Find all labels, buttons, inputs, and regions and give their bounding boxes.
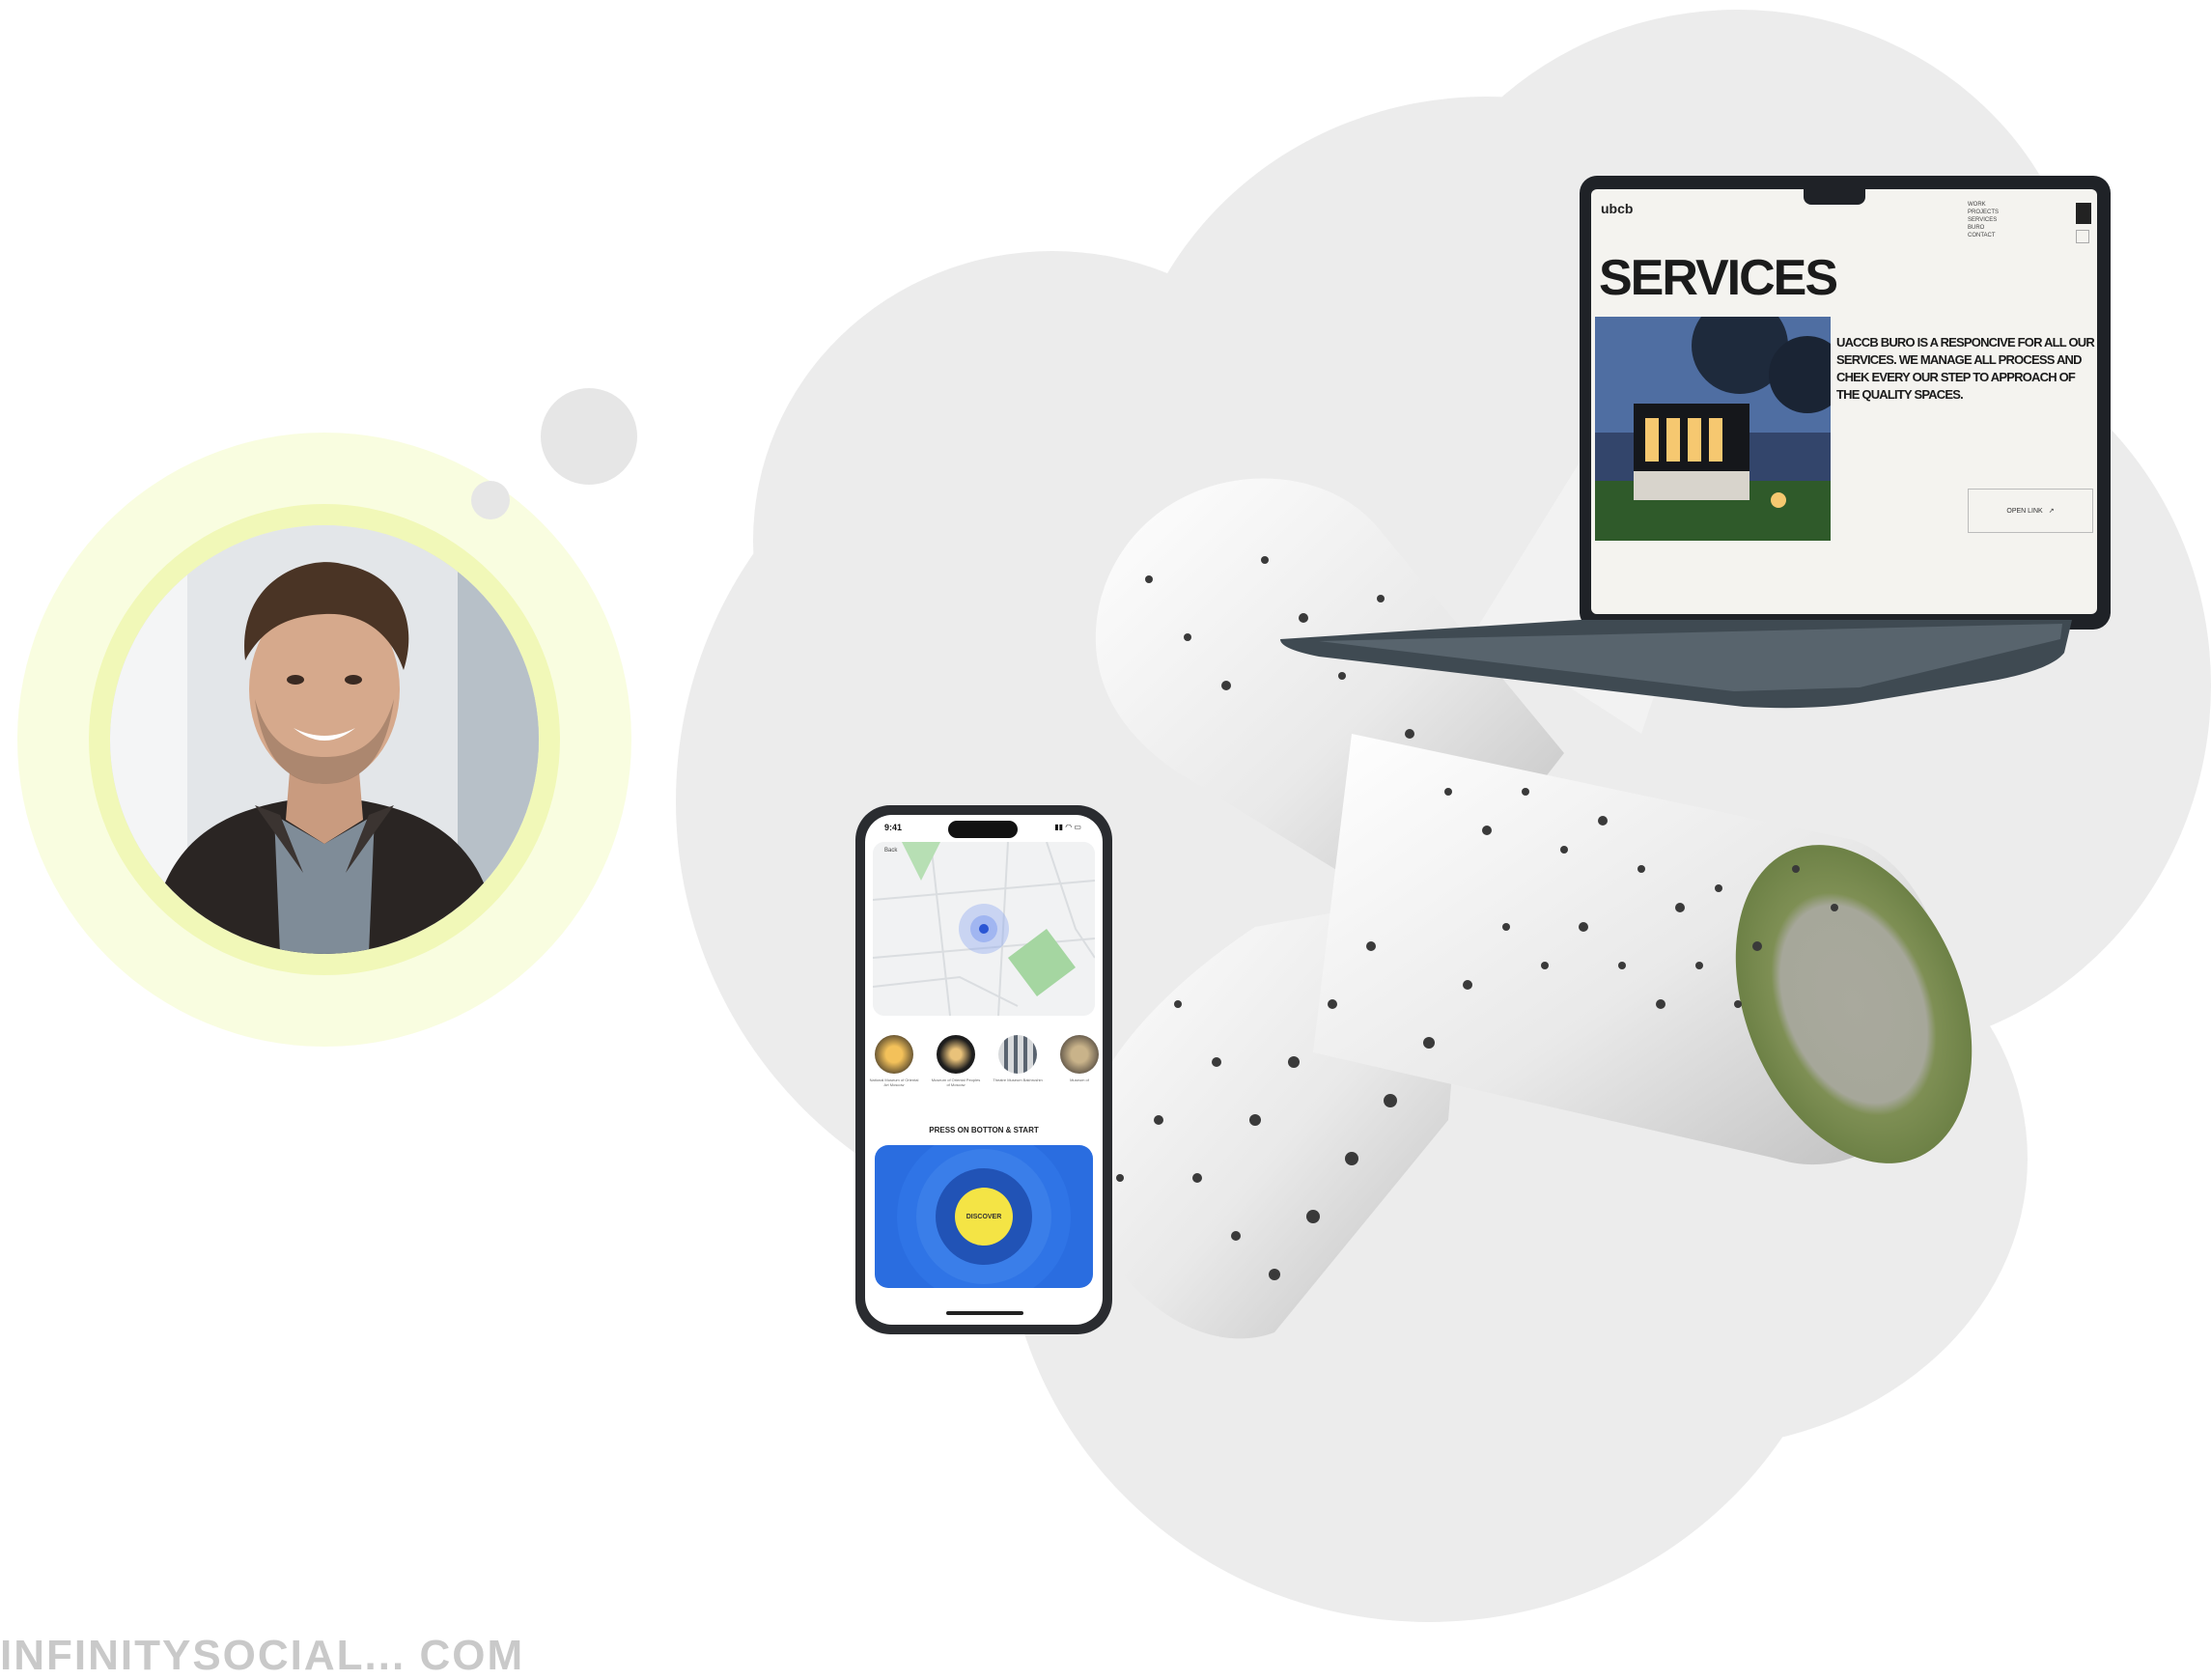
- place-card[interactable]: Museum of: [1054, 1035, 1103, 1087]
- place-label: Theatre Museum Bakhrushin: [993, 1078, 1043, 1082]
- place-card[interactable]: Theatre Museum Bakhrushin: [993, 1035, 1043, 1087]
- page-title: SERVICES: [1599, 250, 1838, 306]
- status-icons: ▮▮ ◠ ▭: [1054, 823, 1081, 831]
- dynamic-island: [948, 821, 1018, 838]
- home-indicator: [946, 1311, 1023, 1315]
- laptop-notch: [1804, 189, 1865, 205]
- place-label: Museum of: [1070, 1078, 1089, 1082]
- nav-item-services[interactable]: SERVICES: [1968, 216, 1999, 224]
- place-thumbnail: [998, 1035, 1037, 1074]
- site-logo[interactable]: ubcb: [1601, 201, 1633, 216]
- secondary-menu-icon[interactable]: [2076, 230, 2089, 243]
- footer-domain-text: INFINITYSOCIAL... COM: [0, 1632, 525, 1679]
- nav-item-contact[interactable]: CONTACT: [1968, 232, 1999, 239]
- menu-button[interactable]: [2076, 203, 2091, 224]
- discover-button[interactable]: DISCOVER: [955, 1188, 1013, 1246]
- status-time: 9:41: [884, 823, 903, 832]
- site-nav: WORK PROJECTS SERVICES BURO CONTACT: [1968, 201, 1999, 239]
- services-description: UACCB BURO IS A RESPONCIVE FOR ALL OUR S…: [1836, 335, 2095, 402]
- laptop-base: [1280, 620, 2072, 709]
- place-label: Museum of Oriental Peoples of Moscow: [931, 1078, 981, 1087]
- house-photo: [1595, 317, 1831, 541]
- place-card[interactable]: National Museum of Oriental Art Moscow: [869, 1035, 919, 1087]
- map-view[interactable]: Back: [873, 842, 1095, 1016]
- discover-panel: DISCOVER: [875, 1145, 1093, 1288]
- start-instruction: PRESS ON BOTTON & START: [929, 1126, 1039, 1134]
- nav-item-buro[interactable]: BURO: [1968, 224, 1999, 232]
- places-carousel: National Museum of Oriental Art Moscow M…: [869, 1035, 1103, 1087]
- place-thumbnail: [1060, 1035, 1099, 1074]
- thought-bubble-small: [471, 481, 510, 519]
- nav-item-projects[interactable]: PROJECTS: [1968, 209, 1999, 216]
- open-link-button[interactable]: OPEN LINK ↗: [1968, 489, 2093, 533]
- open-link-label: OPEN LINK: [2006, 507, 2043, 515]
- thought-bubble-large: [541, 388, 637, 485]
- place-thumbnail: [937, 1035, 975, 1074]
- place-thumbnail: [875, 1035, 913, 1074]
- back-link[interactable]: Back: [884, 848, 897, 854]
- arrow-icon: ↗: [2048, 508, 2055, 515]
- nav-item-work[interactable]: WORK: [1968, 201, 1999, 209]
- avatar-portrait: [110, 525, 539, 954]
- phone-screen: 9:41 ▮▮ ◠ ▭ Back National Museum of Orie…: [865, 815, 1103, 1325]
- place-card[interactable]: Museum of Oriental Peoples of Moscow: [931, 1035, 981, 1087]
- laptop-display: ubcb WORK PROJECTS SERVICES BURO CONTACT…: [1591, 189, 2097, 614]
- avatar: [110, 525, 539, 954]
- place-label: National Museum of Oriental Art Moscow: [869, 1078, 919, 1087]
